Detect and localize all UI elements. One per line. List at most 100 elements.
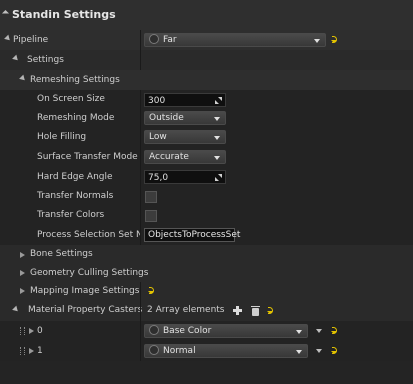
on-screen-size-label: On Screen Size xyxy=(37,94,105,104)
caster-value: Base Color xyxy=(163,326,212,336)
remeshing-mode-label: Remeshing Mode xyxy=(37,113,115,123)
surface-transfer-mode-row: Surface Transfer Mode Accurate xyxy=(0,147,413,167)
pipeline-row: Pipeline Far xyxy=(0,30,413,50)
caster-select[interactable]: Normal xyxy=(144,344,308,358)
expand-arrow-icon[interactable] xyxy=(20,288,25,294)
caster-select[interactable]: Base Color xyxy=(144,324,308,338)
element-options-icon[interactable] xyxy=(316,329,322,333)
transfer-colors-checkbox[interactable] xyxy=(145,210,157,222)
settings-label: Settings xyxy=(27,55,64,65)
panel-header[interactable]: Standin Settings xyxy=(0,0,413,31)
column-divider xyxy=(140,30,141,50)
on-screen-size-row: On Screen Size 300 xyxy=(0,90,413,109)
caster-value: Normal xyxy=(163,346,196,356)
column-divider xyxy=(140,50,141,70)
mapping-image-row[interactable]: Mapping Image Settings xyxy=(0,282,413,300)
reset-icon[interactable] xyxy=(148,287,156,294)
geometry-culling-row[interactable]: Geometry Culling Settings xyxy=(0,264,413,282)
asset-indicator-icon xyxy=(149,325,159,335)
hole-filling-select[interactable]: Low xyxy=(144,130,226,144)
element-index-label: 1 xyxy=(37,346,43,356)
expand-arrow-icon[interactable] xyxy=(12,305,20,314)
spin-icon[interactable] xyxy=(215,97,222,104)
hole-filling-label: Hole Filling xyxy=(37,132,87,142)
drag-handle-icon[interactable] xyxy=(20,327,25,335)
expand-arrow-icon[interactable] xyxy=(29,328,34,334)
reset-icon[interactable] xyxy=(331,347,339,354)
asset-indicator-icon xyxy=(149,345,159,355)
surface-transfer-mode-value: Accurate xyxy=(149,152,189,162)
element-options-icon[interactable] xyxy=(316,349,322,353)
mapping-image-label: Mapping Image Settings xyxy=(30,286,140,296)
empty-area xyxy=(0,361,413,384)
column-divider xyxy=(140,206,141,225)
spin-icon[interactable] xyxy=(215,174,222,181)
remeshing-mode-value: Outside xyxy=(149,113,184,123)
surface-transfer-mode-label: Surface Transfer Mode xyxy=(37,152,138,162)
reset-icon[interactable] xyxy=(267,307,275,314)
element-index-label: 0 xyxy=(37,326,43,336)
remeshing-settings-label: Remeshing Settings xyxy=(30,75,120,85)
expand-arrow-icon[interactable] xyxy=(20,252,25,258)
expand-arrow-icon[interactable] xyxy=(12,54,20,63)
on-screen-size-value: 300 xyxy=(148,96,166,106)
material-caster-item: 0 Base Color xyxy=(0,321,413,341)
column-divider xyxy=(140,282,141,300)
hard-edge-angle-input[interactable]: 75,0 xyxy=(144,170,226,184)
column-divider xyxy=(140,187,141,206)
remeshing-settings-row[interactable]: Remeshing Settings xyxy=(0,70,413,90)
pipeline-select[interactable]: Far xyxy=(144,33,326,47)
column-divider xyxy=(140,321,141,341)
settings-row[interactable]: Settings xyxy=(0,50,413,70)
transfer-normals-label: Transfer Normals xyxy=(37,191,114,201)
asset-indicator-icon xyxy=(149,34,159,44)
process-selection-set-input[interactable]: ObjectsToProcessSet xyxy=(144,228,240,242)
bone-settings-row[interactable]: Bone Settings xyxy=(0,245,413,264)
caret-icon xyxy=(314,39,320,43)
caret-icon xyxy=(296,350,302,354)
caret-icon xyxy=(214,136,220,140)
process-selection-set-label: Process Selection Set Nam xyxy=(37,230,140,240)
pipeline-value: Far xyxy=(163,35,177,45)
transfer-normals-checkbox[interactable] xyxy=(145,191,157,203)
collapse-arrow-icon[interactable] xyxy=(1,9,10,18)
process-selection-set-row: Process Selection Set Nam ObjectsToProce… xyxy=(0,225,413,245)
caret-icon xyxy=(296,330,302,334)
plus-icon[interactable] xyxy=(233,306,242,315)
expand-arrow-icon[interactable] xyxy=(4,34,12,43)
column-divider xyxy=(140,300,141,321)
expand-arrow-icon[interactable] xyxy=(20,270,25,276)
reset-icon[interactable] xyxy=(331,327,339,334)
transfer-colors-label: Transfer Colors xyxy=(37,210,105,220)
column-divider xyxy=(140,90,141,109)
hard-edge-angle-row: Hard Edge Angle 75,0 xyxy=(0,167,413,187)
expand-arrow-icon[interactable] xyxy=(19,74,27,83)
drag-handle-icon[interactable] xyxy=(20,347,25,355)
caret-icon xyxy=(214,117,220,121)
material-caster-item: 1 Normal xyxy=(0,341,413,361)
reset-icon[interactable] xyxy=(331,36,339,43)
bone-settings-label: Bone Settings xyxy=(30,249,93,259)
hole-filling-value: Low xyxy=(149,132,167,142)
hard-edge-angle-value: 75,0 xyxy=(148,173,169,183)
array-count-text: 2 Array elements xyxy=(147,305,225,315)
trash-icon[interactable] xyxy=(251,306,260,316)
material-casters-label: Material Property Casters xyxy=(28,305,143,315)
remeshing-mode-row: Remeshing Mode Outside xyxy=(0,109,413,128)
pipeline-label: Pipeline xyxy=(13,35,49,45)
column-divider xyxy=(140,341,141,361)
remeshing-mode-select[interactable]: Outside xyxy=(144,111,226,125)
on-screen-size-input[interactable]: 300 xyxy=(144,93,226,107)
hard-edge-angle-label: Hard Edge Angle xyxy=(37,172,113,182)
material-casters-row: Material Property Casters 2 Array elemen… xyxy=(0,300,413,321)
standin-settings-panel: Standin Settings Pipeline Far Settings R… xyxy=(0,0,413,384)
column-divider xyxy=(140,147,141,167)
column-divider xyxy=(140,167,141,187)
panel-title: Standin Settings xyxy=(12,8,116,21)
geometry-culling-label: Geometry Culling Settings xyxy=(30,268,149,278)
surface-transfer-mode-select[interactable]: Accurate xyxy=(144,150,226,164)
hole-filling-row: Hole Filling Low xyxy=(0,128,413,147)
expand-arrow-icon[interactable] xyxy=(29,348,34,354)
caret-icon xyxy=(214,156,220,160)
column-divider xyxy=(140,109,141,128)
